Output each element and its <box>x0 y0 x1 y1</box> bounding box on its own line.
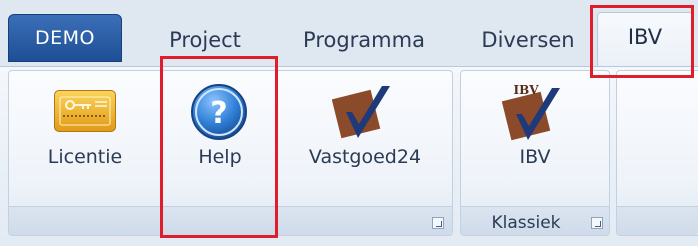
tab-programma[interactable]: Programma <box>296 22 432 58</box>
tab-project[interactable]: Project <box>160 22 250 58</box>
ibv-logo-text: IBV <box>513 83 539 97</box>
ibv-button[interactable]: IBV IBV <box>480 78 590 188</box>
vastgoed24-label: Vastgoed24 <box>308 146 422 168</box>
group-footer: Klassiek <box>461 206 609 235</box>
group-footer <box>617 206 698 235</box>
dialog-launcher-icon[interactable] <box>591 217 603 229</box>
vastgoed24-button[interactable]: Vastgoed24 <box>290 78 440 188</box>
highlight-box-ibv-tab <box>590 5 694 78</box>
highlight-box-help <box>160 56 278 238</box>
ibv-label: IBV <box>519 146 551 168</box>
tab-diversen[interactable]: Diversen <box>476 22 580 58</box>
ribbon-group-empty <box>616 70 698 236</box>
ibv-logo-icon: IBV <box>501 82 568 144</box>
licentie-button[interactable]: Licentie <box>30 78 140 188</box>
tab-demo[interactable]: DEMO <box>8 14 122 62</box>
dialog-launcher-icon[interactable] <box>432 217 444 229</box>
licentie-label: Licentie <box>47 146 123 168</box>
checkmark-logo-icon <box>331 82 398 144</box>
key-icon <box>54 90 116 132</box>
group-label-klassiek: Klassiek <box>491 213 561 233</box>
